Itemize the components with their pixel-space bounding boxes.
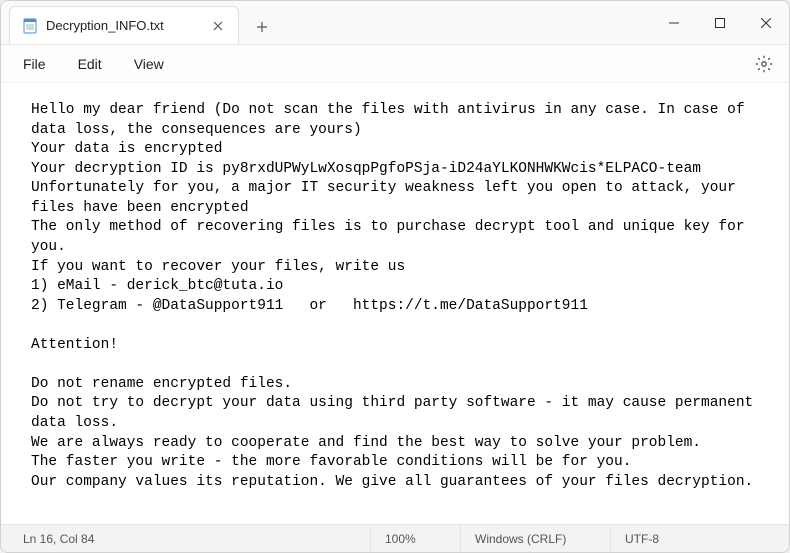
menubar: File Edit View — [1, 45, 789, 83]
window-controls — [651, 1, 789, 44]
status-line-ending: Windows (CRLF) — [461, 525, 611, 552]
file-tab[interactable]: Decryption_INFO.txt — [9, 6, 239, 44]
maximize-button[interactable] — [697, 1, 743, 44]
text-content[interactable]: Hello my dear friend (Do not scan the fi… — [1, 83, 789, 524]
notepad-icon — [22, 18, 38, 34]
statusbar: Ln 16, Col 84 100% Windows (CRLF) UTF-8 — [1, 524, 789, 552]
add-tab-button[interactable] — [245, 10, 279, 44]
tab-area: Decryption_INFO.txt — [1, 1, 651, 44]
menu-view[interactable]: View — [120, 50, 178, 78]
status-encoding: UTF-8 — [611, 525, 789, 552]
close-window-button[interactable] — [743, 1, 789, 44]
titlebar: Decryption_INFO.txt — [1, 1, 789, 45]
minimize-button[interactable] — [651, 1, 697, 44]
menu-file[interactable]: File — [9, 50, 60, 78]
close-tab-button[interactable] — [210, 18, 226, 34]
notepad-window: Decryption_INFO.txt File Edit View — [0, 0, 790, 553]
status-zoom[interactable]: 100% — [371, 525, 461, 552]
tab-title: Decryption_INFO.txt — [46, 18, 202, 33]
menu-edit[interactable]: Edit — [64, 50, 116, 78]
status-position: Ln 16, Col 84 — [1, 525, 371, 552]
settings-button[interactable] — [747, 47, 781, 81]
